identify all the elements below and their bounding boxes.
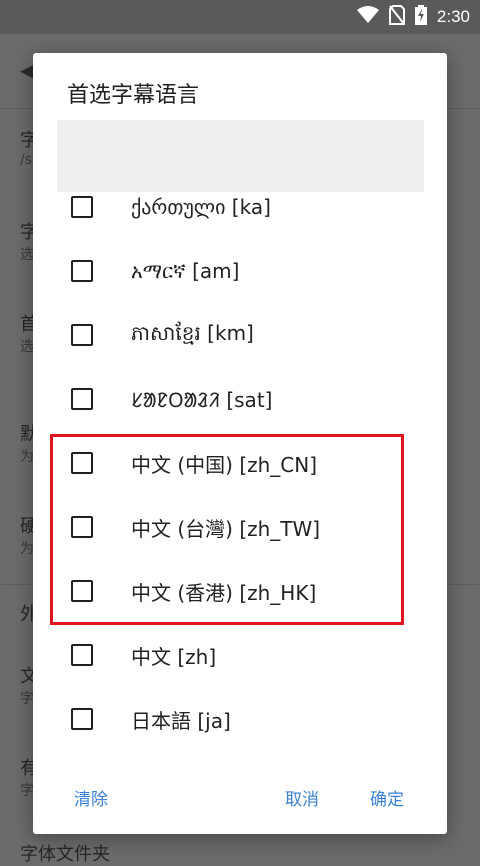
ok-button[interactable]: 确定 xyxy=(370,785,404,810)
dialog-title: 首选字幕语言 xyxy=(67,83,200,108)
checkbox[interactable] xyxy=(71,644,93,666)
language-list[interactable]: ქართული [ka] አማርኛ [am] ភាសាខ្មែរ [km] ᱥᱟ… xyxy=(33,193,447,757)
checkbox[interactable] xyxy=(71,260,93,282)
language-item-zh-hk[interactable]: 中文 (香港) [zh_HK] xyxy=(33,559,447,623)
language-label: ភាសាខ្មែរ [km] xyxy=(131,321,254,345)
clear-button[interactable]: 清除 xyxy=(74,785,108,810)
wifi-icon xyxy=(356,6,379,28)
language-label: ქართული [ka] xyxy=(131,195,271,219)
language-item-am[interactable]: አማርኛ [am] xyxy=(33,239,447,303)
checkbox[interactable] xyxy=(71,580,93,602)
language-item-sat[interactable]: ᱥᱟᱱᱛᱟᱲᱤ [sat] xyxy=(33,367,447,431)
bg-setting-subtitle: 选 xyxy=(20,339,34,355)
bg-setting-subtitle: 字 xyxy=(20,691,34,707)
language-item-ja[interactable]: 日本語 [ja] xyxy=(33,687,447,751)
language-label: 日本語 [ja] xyxy=(131,708,231,733)
language-label: 中文 [zh] xyxy=(131,644,217,669)
language-label: አማርኛ [am] xyxy=(131,259,240,283)
bg-setting-subtitle: 字 xyxy=(20,783,34,799)
language-item-ka[interactable]: ქართული [ka] xyxy=(33,193,447,239)
battery-charging-icon xyxy=(414,5,427,29)
checkbox[interactable] xyxy=(71,196,93,218)
language-item-zh[interactable]: 中文 [zh] xyxy=(33,623,447,687)
bg-setting-subtitle: 为 xyxy=(20,541,34,557)
bg-setting-title: 字体文件夹 xyxy=(20,844,110,865)
language-item-km[interactable]: ភាសាខ្មែរ [km] xyxy=(33,303,447,367)
checkbox[interactable] xyxy=(71,388,93,410)
bg-setting-subtitle: 为 xyxy=(20,449,34,465)
language-label: 中文 (香港) [zh_HK] xyxy=(131,580,317,605)
language-item-zh-cn[interactable]: 中文 (中国) [zh_CN] xyxy=(33,431,447,495)
checkbox[interactable] xyxy=(71,516,93,538)
language-label: ᱥᱟᱱᱛᱟᱲᱤ [sat] xyxy=(131,387,273,412)
bg-setting-subtitle: 选 xyxy=(20,247,34,263)
status-time: 2:30 xyxy=(436,7,470,26)
language-list-inner: ქართული [ka] አማርኛ [am] ភាសាខ្មែរ [km] ᱥᱟ… xyxy=(33,193,447,751)
search-input[interactable] xyxy=(57,120,424,192)
cancel-button[interactable]: 取消 xyxy=(285,785,319,810)
subtitle-language-dialog: 首选字幕语言 ქართული [ka] አማርኛ [am] ភាសាខ្មែរ … xyxy=(33,53,447,834)
language-item-zh-tw[interactable]: 中文 (台灣) [zh_TW] xyxy=(33,495,447,559)
checkbox[interactable] xyxy=(71,452,93,474)
language-label: 中文 (台灣) [zh_TW] xyxy=(131,516,321,541)
bg-setting-subtitle: /s xyxy=(20,152,33,168)
checkbox[interactable] xyxy=(71,708,93,730)
checkbox[interactable] xyxy=(71,324,93,346)
no-sim-icon xyxy=(388,5,405,29)
language-label: 中文 (中国) [zh_CN] xyxy=(131,452,318,477)
status-icons: 2:30 xyxy=(356,5,470,29)
status-bar: 2:30 xyxy=(0,0,480,34)
